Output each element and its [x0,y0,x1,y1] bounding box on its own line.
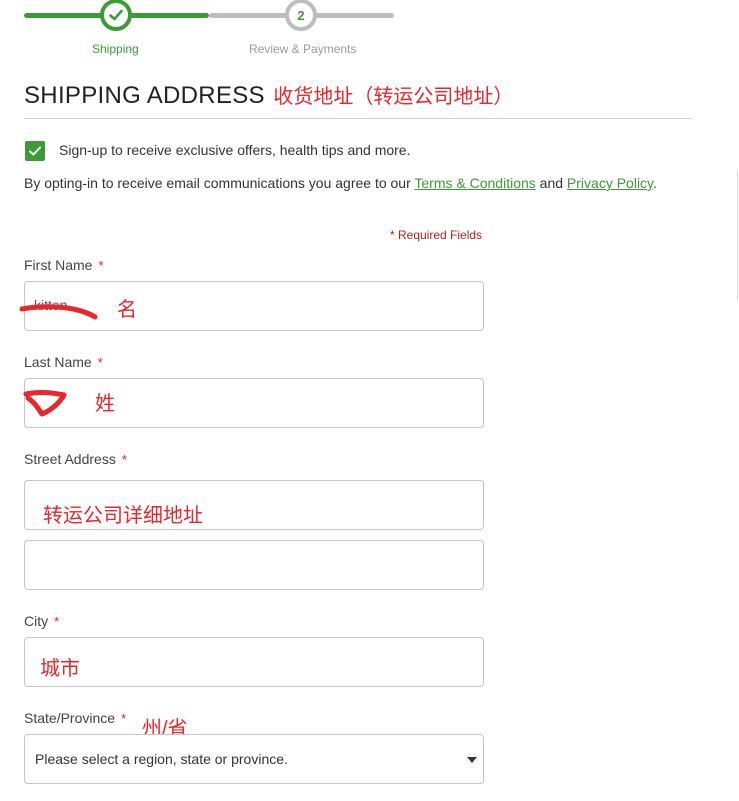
step-review-indicator: 2 [285,0,317,31]
page-title: SHIPPING ADDRESS [24,82,265,109]
consent-period: . [653,175,657,191]
step-review-label: Review & Payments [249,42,357,56]
state-province-label: State/Province * [24,710,126,726]
section-heading: SHIPPING ADDRESS 收货地址（转运公司地址） [24,80,513,110]
state-province-selected-value: Please select a region, state or provinc… [35,751,288,767]
street-address-label: Street Address * [24,451,127,467]
step-shipping-label: Shipping [92,42,139,56]
terms-link[interactable]: Terms & Conditions [414,175,535,191]
first-name-annotation: 名 [117,299,137,321]
city-label-text: City [24,613,49,629]
redaction-scribble [19,304,98,320]
street-address-label-text: Street Address [24,451,116,467]
last-name-input[interactable] [24,378,484,428]
required-star: * [121,452,127,467]
last-name-annotation: 姓 [95,393,115,415]
required-star: * [98,258,104,273]
city-annotation: 城市 [40,658,80,680]
step-shipping-indicator [100,0,132,31]
city-label: City * [24,613,59,629]
first-name-label: First Name * [24,257,104,273]
redaction-scribble [23,390,67,417]
consent-and: and [539,175,564,191]
optin-label[interactable]: Sign-up to receive exclusive offers, hea… [59,142,410,158]
street-address-line2-input[interactable] [24,540,484,590]
state-province-select[interactable]: Please select a region, state or provinc… [24,734,484,784]
page-edge-border [737,170,738,300]
required-star: * [54,614,60,629]
consent-text: By opting-in to receive email communicat… [24,175,657,191]
last-name-label: Last Name * [24,354,103,370]
consent-prefix: By opting-in to receive email communicat… [24,175,411,191]
required-star: * [97,355,103,370]
title-divider [24,118,692,119]
checkmark-icon [29,146,41,156]
checkmark-icon [109,9,123,21]
step-number: 2 [297,7,305,23]
street-address-annotation: 转运公司详细地址 [43,505,203,527]
required-star: * [121,711,127,726]
optin-checkbox[interactable] [25,141,45,161]
required-fields-note: * Required Fields [390,228,483,242]
state-province-label-text: State/Province [24,710,116,726]
dropdown-arrow-icon [467,757,477,763]
first-name-label-text: First Name [24,257,93,273]
privacy-link[interactable]: Privacy Policy [567,175,653,191]
title-annotation: 收货地址（转运公司地址） [273,86,514,108]
city-input[interactable] [24,637,484,687]
last-name-label-text: Last Name [24,354,92,370]
